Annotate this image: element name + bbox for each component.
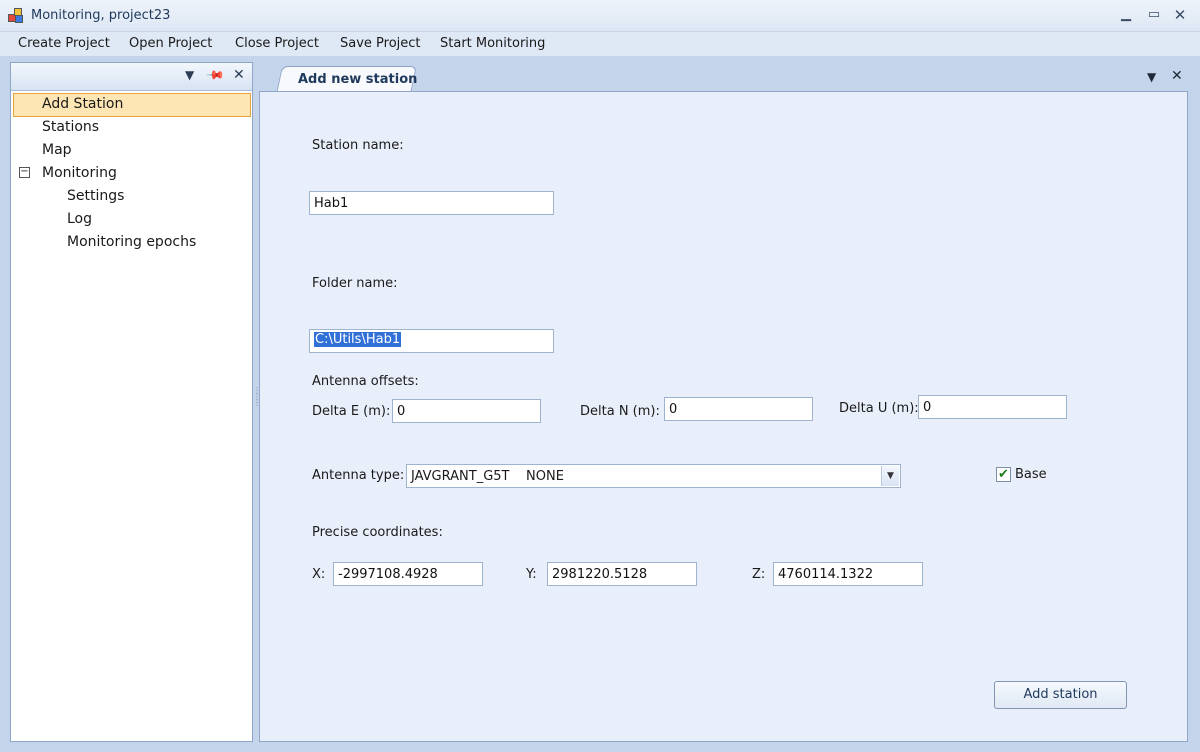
tree-item-settings[interactable]: Settings bbox=[67, 185, 124, 207]
tree-item-monitoring[interactable]: Monitoring bbox=[42, 162, 117, 184]
folder-name-input[interactable]: C:\Utils\Hab1 bbox=[309, 329, 554, 353]
maximize-icon[interactable]: ▭ bbox=[1144, 6, 1164, 24]
base-checkbox[interactable]: ✔ bbox=[996, 467, 1011, 482]
antenna-type-select[interactable]: JAVGRANT_G5T NONE ▼ bbox=[406, 464, 901, 488]
app-icon bbox=[8, 8, 24, 24]
menu-start-monitoring[interactable]: Start Monitoring bbox=[440, 36, 545, 51]
window-title: Monitoring, project23 bbox=[31, 8, 171, 23]
y-label: Y: bbox=[526, 567, 537, 582]
tree-item-map[interactable]: Map bbox=[42, 139, 72, 161]
station-name-label: Station name: bbox=[312, 138, 404, 153]
folder-name-label: Folder name: bbox=[312, 276, 398, 291]
delta-u-input[interactable] bbox=[918, 395, 1067, 419]
navigation-panel-header: ▼ 📌 ✕ bbox=[11, 63, 252, 91]
pin-icon[interactable]: 📌 bbox=[205, 65, 225, 85]
panel-dropdown-icon[interactable]: ▼ bbox=[185, 68, 194, 82]
z-coordinate-input[interactable] bbox=[773, 562, 923, 586]
antenna-type-label: Antenna type: bbox=[312, 468, 405, 483]
tree-item-log[interactable]: Log bbox=[67, 208, 92, 230]
delta-n-input[interactable] bbox=[664, 397, 813, 421]
delta-n-label: Delta N (m): bbox=[580, 404, 660, 419]
minimize-icon[interactable]: ▁ bbox=[1116, 6, 1136, 24]
delta-e-input[interactable] bbox=[392, 399, 541, 423]
menu-bar: Create Project Open Project Close Projec… bbox=[0, 32, 1200, 56]
tab-label: Add new station bbox=[298, 72, 418, 87]
delta-e-label: Delta E (m): bbox=[312, 404, 391, 419]
base-label: Base bbox=[1015, 467, 1047, 482]
title-bar: Monitoring, project23 ▁ ▭ ✕ bbox=[0, 0, 1200, 32]
precise-coordinates-label: Precise coordinates: bbox=[312, 525, 443, 540]
menu-save-project[interactable]: Save Project bbox=[340, 36, 421, 51]
tree-item-add-station[interactable]: Add Station bbox=[42, 93, 123, 115]
station-name-input[interactable] bbox=[309, 191, 554, 215]
document-tab-strip: Add new station bbox=[258, 62, 1190, 94]
document-close-icon[interactable]: ✕ bbox=[1171, 68, 1183, 84]
z-label: Z: bbox=[752, 567, 766, 582]
panel-close-icon[interactable]: ✕ bbox=[233, 67, 245, 83]
antenna-offsets-label: Antenna offsets: bbox=[312, 374, 419, 389]
close-window-icon[interactable]: ✕ bbox=[1170, 6, 1190, 24]
y-coordinate-input[interactable] bbox=[547, 562, 697, 586]
menu-create-project[interactable]: Create Project bbox=[18, 36, 110, 51]
collapse-icon[interactable]: − bbox=[19, 167, 30, 178]
add-station-button[interactable]: Add station bbox=[994, 681, 1127, 709]
menu-close-project[interactable]: Close Project bbox=[235, 36, 319, 51]
tree-item-stations[interactable]: Stations bbox=[42, 116, 99, 138]
x-label: X: bbox=[312, 567, 326, 582]
tree-item-monitoring-epochs[interactable]: Monitoring epochs bbox=[67, 231, 196, 253]
folder-name-selected-text: C:\Utils\Hab1 bbox=[314, 332, 402, 347]
chevron-down-icon[interactable]: ▼ bbox=[881, 466, 899, 486]
document-dropdown-icon[interactable]: ▼ bbox=[1147, 70, 1156, 84]
splitter-grip[interactable]: ⋮ ⋮ ⋮ bbox=[253, 387, 261, 412]
antenna-type-value: JAVGRANT_G5T NONE bbox=[411, 469, 564, 484]
menu-open-project[interactable]: Open Project bbox=[129, 36, 212, 51]
x-coordinate-input[interactable] bbox=[333, 562, 483, 586]
delta-u-label: Delta U (m): bbox=[839, 401, 919, 416]
navigation-panel: ▼ 📌 ✕ Add Station Stations Map − Monitor… bbox=[10, 62, 253, 742]
